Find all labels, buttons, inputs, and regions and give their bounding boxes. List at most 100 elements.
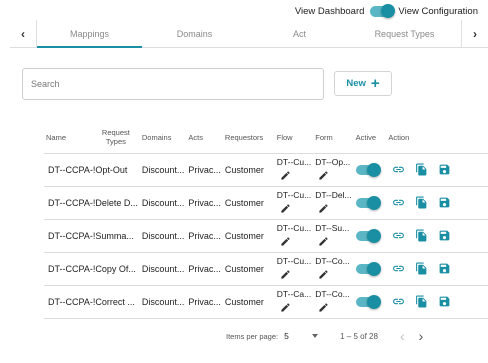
active-toggle[interactable] <box>355 261 381 276</box>
copy-icon[interactable] <box>415 163 428 176</box>
active-toggle[interactable] <box>355 294 381 309</box>
tab-prev-button[interactable]: ‹ <box>10 20 37 47</box>
row-name[interactable]: DT--CCPA-!Summa... <box>44 219 140 253</box>
row-actions-cell <box>386 153 488 187</box>
active-toggle[interactable] <box>355 162 381 177</box>
col-requestors[interactable]: Requestors <box>222 122 275 154</box>
row-active-cell <box>353 153 387 187</box>
tab-next-button[interactable]: › <box>461 20 488 47</box>
row-flow-cell: DT--Cu... <box>274 252 314 286</box>
row-form: DT--Co... <box>315 256 350 267</box>
tab-request-types[interactable]: Request Types <box>352 20 457 47</box>
dropdown-caret-icon[interactable] <box>312 334 319 338</box>
row-actions-cell <box>386 285 488 319</box>
view-configuration-label: View Configuration <box>398 5 478 17</box>
active-toggle-knob <box>366 162 381 177</box>
edit-flow-icon[interactable] <box>280 170 291 181</box>
active-toggle[interactable] <box>355 228 381 243</box>
copy-icon[interactable] <box>415 196 428 209</box>
col-form[interactable]: Form <box>313 122 354 154</box>
link-icon[interactable] <box>392 229 405 242</box>
row-form: DT--Su... <box>315 223 350 234</box>
row-form: DT--Co... <box>315 289 350 300</box>
row-actions-cell <box>386 186 488 220</box>
row-name[interactable]: DT--CCPA-!Correct ... <box>44 285 140 319</box>
edit-form-icon[interactable] <box>318 302 329 313</box>
row-flow-cell: DT--Cu... <box>274 186 314 220</box>
row-active-cell <box>353 252 387 286</box>
table-header: Name Request Types Domains Acts Requesto… <box>44 122 488 154</box>
edit-flow-icon[interactable] <box>280 302 291 313</box>
items-per-page-select[interactable]: 5 <box>284 331 308 341</box>
save-icon[interactable] <box>438 163 451 176</box>
next-page-button[interactable]: › <box>419 328 424 344</box>
row-domains: Discount... <box>139 219 187 253</box>
view-toggle[interactable] <box>370 4 396 18</box>
copy-icon[interactable] <box>415 295 428 308</box>
row-active-cell <box>353 186 387 220</box>
row-requestors: Customer <box>222 186 275 220</box>
row-flow-cell: DT--Ca... <box>274 285 314 319</box>
edit-flow-icon[interactable] <box>280 203 291 214</box>
tab-act[interactable]: Act <box>247 20 352 47</box>
col-name[interactable]: Name <box>44 122 92 154</box>
edit-form-icon[interactable] <box>318 236 329 247</box>
row-flow-cell: DT--Cu... <box>274 153 314 187</box>
view-dashboard-label: View Dashboard <box>294 5 365 17</box>
table-row[interactable]: DT--CCPA-!Opt-Out Discount... Privac... … <box>44 153 488 187</box>
row-form: DT--Del... <box>315 190 352 201</box>
edit-form-icon[interactable] <box>318 269 329 280</box>
row-name[interactable]: DT--CCPA-!Copy Of... <box>44 252 140 286</box>
col-active[interactable]: Active <box>353 122 387 154</box>
col-domains[interactable]: Domains <box>139 122 187 154</box>
table-row[interactable]: DT--CCPA-!Copy Of... Discount... Privac.… <box>44 252 488 286</box>
row-name[interactable]: DT--CCPA-!Delete D... <box>44 186 140 220</box>
row-flow: DT--Ca... <box>276 289 312 300</box>
row-form: DT--Op... <box>315 157 351 168</box>
row-form-cell: DT--Su... <box>313 219 354 253</box>
copy-icon[interactable] <box>415 262 428 275</box>
table-row[interactable]: DT--CCPA-!Summa... Discount... Privac...… <box>44 219 488 253</box>
tab-domains[interactable]: Domains <box>142 20 247 47</box>
row-acts: Privac... <box>186 252 223 286</box>
row-actions-cell <box>386 219 488 253</box>
save-icon[interactable] <box>438 229 451 242</box>
edit-flow-icon[interactable] <box>280 236 291 247</box>
link-icon[interactable] <box>392 262 405 275</box>
page-range: 1 – 5 of 28 <box>340 331 378 341</box>
col-acts[interactable]: Acts <box>186 122 223 154</box>
pagination: Items per page: 5 1 – 5 of 28 ‹ › <box>226 328 423 344</box>
save-icon[interactable] <box>438 295 451 308</box>
edit-flow-icon[interactable] <box>280 269 291 280</box>
row-requestors: Customer <box>222 252 275 286</box>
col-request-types[interactable]: Request Types <box>91 122 140 154</box>
copy-icon[interactable] <box>415 229 428 242</box>
link-icon[interactable] <box>392 163 405 176</box>
row-domains: Discount... <box>139 285 187 319</box>
active-toggle-knob <box>366 228 381 243</box>
search-input[interactable]: Search <box>22 68 324 100</box>
new-button[interactable]: New + <box>334 71 392 96</box>
save-icon[interactable] <box>438 262 451 275</box>
save-icon[interactable] <box>438 196 451 209</box>
col-action: Action <box>386 122 488 154</box>
new-button-label: New <box>346 78 366 89</box>
active-toggle[interactable] <box>355 195 381 210</box>
tab-mappings[interactable]: Mappings <box>37 20 142 48</box>
edit-form-icon[interactable] <box>318 203 329 214</box>
row-form-cell: DT--Del... <box>313 186 354 220</box>
table-row[interactable]: DT--CCPA-!Correct ... Discount... Privac… <box>44 285 488 319</box>
link-icon[interactable] <box>392 196 405 209</box>
prev-page-button[interactable]: ‹ <box>400 328 405 344</box>
row-requestors: Customer <box>222 153 275 187</box>
row-domains: Discount... <box>139 153 187 187</box>
active-toggle-knob <box>366 261 381 276</box>
row-name[interactable]: DT--CCPA-!Opt-Out <box>44 153 140 187</box>
row-actions-cell <box>386 252 488 286</box>
edit-form-icon[interactable] <box>318 170 329 181</box>
row-form-cell: DT--Co... <box>313 285 354 319</box>
row-acts: Privac... <box>186 219 223 253</box>
table-row[interactable]: DT--CCPA-!Delete D... Discount... Privac… <box>44 186 488 220</box>
col-flow[interactable]: Flow <box>274 122 314 154</box>
link-icon[interactable] <box>392 295 405 308</box>
